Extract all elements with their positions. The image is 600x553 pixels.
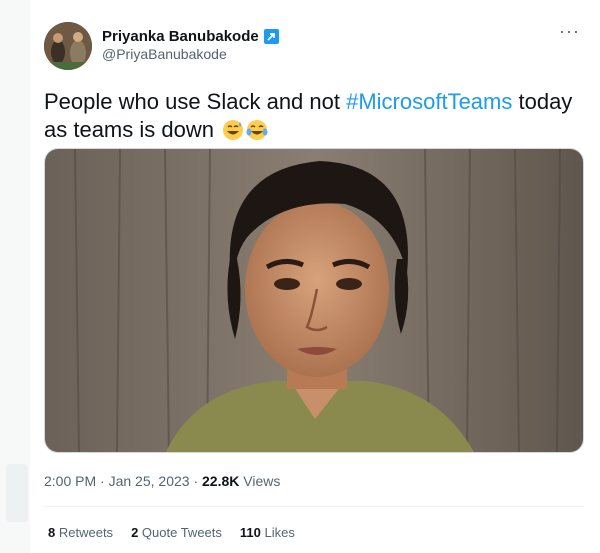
likes-count: 110 xyxy=(239,525,261,540)
tears-of-joy-emoji xyxy=(246,120,268,140)
grinning-sweat-emoji xyxy=(223,120,244,140)
tweet-media-image[interactable] xyxy=(44,148,584,453)
author-handle[interactable]: @PriyaBanubakode xyxy=(102,46,227,62)
avatar-photo xyxy=(44,22,92,70)
author-display-name[interactable]: Priyanka Banubakode xyxy=(102,28,259,45)
views-label: Views xyxy=(243,473,281,489)
quotes-count: 2 xyxy=(131,525,139,540)
tweet-text: People who use Slack and not #MicrosoftT… xyxy=(44,88,584,144)
quotes-label: Quote Tweets xyxy=(141,525,222,540)
hashtag-link[interactable]: #MicrosoftTeams xyxy=(346,89,512,114)
meme-photo xyxy=(45,149,583,452)
tweet: Priyanka Banubakode @PriyaBanubakode ···… xyxy=(44,0,590,553)
views-count: 22.8K xyxy=(202,473,240,489)
meta-separator: · xyxy=(193,473,199,489)
tweet-date[interactable]: Jan 25, 2023 xyxy=(109,473,190,489)
verified-badge-icon xyxy=(263,28,279,44)
avatar[interactable] xyxy=(44,22,92,70)
quotes-stat[interactable]: 2 Quote Tweets xyxy=(131,525,222,540)
meta-separator: · xyxy=(100,473,105,489)
retweets-count: 8 xyxy=(48,525,56,540)
author-name-row: Priyanka Banubakode xyxy=(102,26,279,46)
likes-stat[interactable]: 110 Likes xyxy=(240,525,295,540)
retweets-label: Retweets xyxy=(58,525,114,540)
tweet-time[interactable]: 2:00 PM xyxy=(44,473,96,489)
retweets-stat[interactable]: 8 Retweets xyxy=(48,525,113,540)
sidebar-edge-fragment xyxy=(6,464,28,522)
more-icon[interactable]: ··· xyxy=(559,22,580,40)
tweet-text-part: People who use Slack and not xyxy=(44,89,347,114)
divider xyxy=(44,506,584,507)
tweet-stats: 8 Retweets 2 Quote Tweets 110 Likes xyxy=(48,525,295,540)
likes-label: Likes xyxy=(264,525,295,540)
left-sidebar-strip xyxy=(0,0,30,553)
tweet-meta: 2:00 PM · Jan 25, 2023 · 22.8K Views xyxy=(44,473,280,489)
